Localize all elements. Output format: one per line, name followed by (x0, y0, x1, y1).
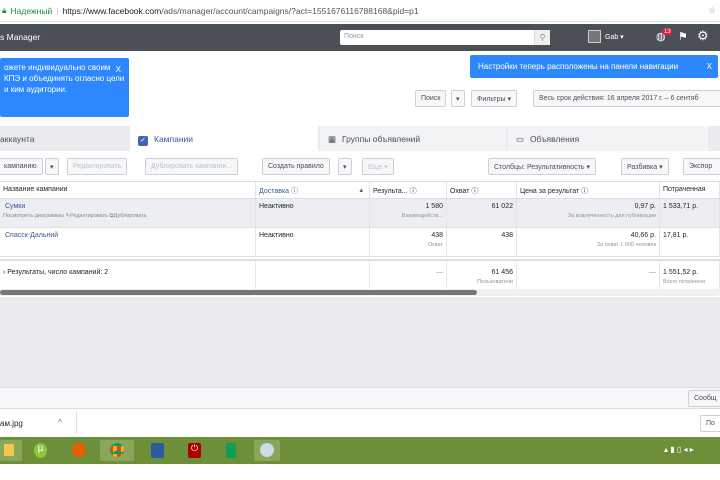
star-icon[interactable]: ☆ (708, 5, 716, 16)
col-delivery[interactable]: Доставка ⓘ ▴ (256, 182, 370, 198)
url: https://www.facebook.com/ads/manager/acc… (62, 5, 419, 16)
campaign-name[interactable]: Сумки (3, 203, 25, 210)
breakdown-button[interactable]: Разбивка ▾ (621, 158, 669, 175)
empty-area (0, 297, 720, 387)
tab-account[interactable]: аккаунта (0, 126, 128, 151)
duplicate-button[interactable]: Дублировать кампании... (145, 158, 239, 175)
close-icon[interactable]: X (116, 64, 121, 75)
show-all-button[interactable]: По (700, 415, 720, 432)
edit-button[interactable]: Редактировать (67, 158, 128, 175)
lock-icon: 🔒︎ (2, 5, 7, 15)
app-title: s Manager (0, 32, 41, 42)
address-bar[interactable]: 🔒︎ Надежный | https://www.facebook.com/a… (0, 0, 720, 22)
grid-icon: ▦ (328, 134, 337, 144)
create-rule-button[interactable]: Создать правило (262, 158, 330, 175)
sheets-icon[interactable] (220, 440, 242, 461)
delivery-status: Неактивно (256, 228, 370, 256)
filters-button[interactable]: Фильтры ▾ (471, 90, 518, 107)
download-file[interactable]: ам.jpg (0, 419, 23, 428)
messages-button[interactable]: Сообщ (688, 390, 720, 407)
level-tabs: аккаунта ✓ Кампании ▦ Группы объявлений ▭ О… (0, 126, 720, 151)
search-input[interactable]: Поиск ⚲ (340, 30, 550, 45)
date-range-button[interactable]: Весь срок действия: 16 апреля 2017 г. – … (533, 90, 720, 107)
firefox-icon[interactable] (67, 440, 89, 461)
checkbox-icon: ✓ (138, 136, 148, 146)
more-button[interactable]: Еще ▾ (362, 158, 394, 175)
utorrent-icon[interactable]: µ (29, 440, 51, 461)
close-icon[interactable]: X (707, 61, 712, 72)
horizontal-scrollbar[interactable] (0, 289, 720, 296)
app-blue-icon[interactable] (146, 440, 168, 461)
create-campaign-button[interactable]: кампанию (0, 158, 43, 175)
tray-icons[interactable]: ▴ ▮ ▯ ◂ ▸ (664, 445, 694, 454)
columns-button[interactable]: Столбцы: Результативность ▾ (488, 158, 596, 175)
tab-campaigns[interactable]: ✓ Кампании (130, 126, 318, 151)
avatar (588, 30, 601, 43)
col-results[interactable]: Результа... ⓘ (370, 182, 447, 198)
chrome-icon[interactable] (100, 440, 134, 461)
top-nav: s Manager Поиск ⚲ Gab ▾ ◍ 13 ⚑ ⚙ (0, 24, 720, 51)
downloads-bar: ам.jpg ^ По (0, 408, 720, 437)
ad-icon: ▭ (516, 134, 525, 144)
paint-icon[interactable] (254, 440, 280, 461)
table-row[interactable]: Спасск-Дальний Неактивно 438 Охват 438 40… (0, 228, 720, 257)
duplicate-link[interactable]: Дублировать (113, 213, 146, 219)
power-app-icon[interactable]: ⏻ (183, 440, 205, 461)
tab-ads[interactable]: ▭ Объявления (508, 126, 708, 151)
scrollbar-thumb[interactable] (0, 290, 477, 295)
campaign-name[interactable]: Спасск-Дальний (3, 232, 58, 239)
account-switcher[interactable]: Gab ▾ (588, 30, 624, 43)
taskbar: µ ⏻ ▴ ▮ ▯ ◂ ▸ (0, 437, 720, 464)
flag-icon[interactable]: ⚑ (678, 30, 688, 43)
tab-adsets[interactable]: ▦ Группы объявлений (320, 126, 506, 151)
tooltip-left: ожете индивидуально своим КПЭ и объединя… (0, 58, 129, 117)
notification-badge: 13 (662, 29, 673, 35)
col-cost[interactable]: Цена за результат ⓘ (517, 182, 660, 198)
col-reach[interactable]: Охват ⓘ (447, 182, 517, 198)
view-charts-link[interactable]: Посмотреть диаграммы (3, 213, 64, 219)
secure-label: Надежный (10, 5, 53, 16)
gear-icon[interactable]: ⚙ (697, 28, 709, 44)
create-dropdown[interactable]: ▾ (45, 158, 59, 175)
search-icon[interactable]: ⚲ (534, 30, 550, 45)
edit-link[interactable]: Редактировать (70, 213, 108, 219)
bottom-bar: Сообщ (0, 387, 720, 408)
search-dropdown[interactable]: ▾ (451, 90, 465, 107)
tooltip-settings: Настройки теперь расположены на панели н… (470, 55, 718, 78)
col-name[interactable]: Название кампании (0, 182, 256, 198)
col-spent[interactable]: Потраченная (660, 182, 720, 198)
explorer-icon[interactable] (0, 440, 22, 461)
table-row[interactable]: Сумки Посмотреть диаграммы ✎Редактироват… (0, 199, 720, 228)
rule-dropdown[interactable]: ▾ (338, 158, 352, 175)
search-button[interactable]: Поиск (415, 90, 447, 107)
table-header: Название кампании Доставка ⓘ ▴ Результа.… (0, 181, 720, 199)
table-total-row: › Результаты, число кампаний: 2 — 61 456… (0, 259, 720, 290)
chevron-up-icon[interactable]: ^ (58, 418, 62, 427)
export-button[interactable]: Экспор (683, 158, 720, 175)
delivery-status: Неактивно (256, 199, 370, 227)
